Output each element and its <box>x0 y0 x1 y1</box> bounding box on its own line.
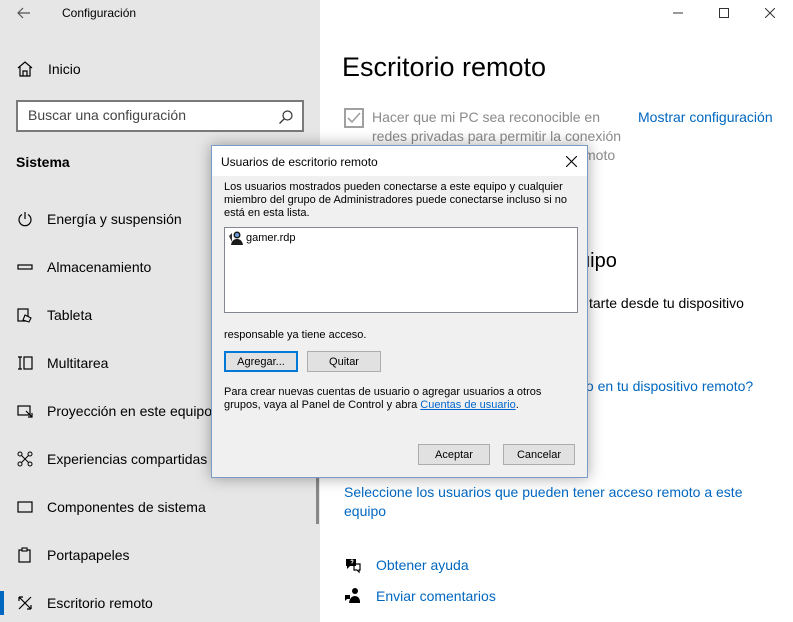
sidebar-item-label: Proyección en este equipo <box>47 403 212 419</box>
storage-icon <box>16 258 34 276</box>
sidebar-item-clipboard[interactable]: Portapapeles <box>0 535 320 575</box>
dialog-close-button[interactable] <box>561 151 581 171</box>
app-title: Configuración <box>62 6 137 20</box>
sidebar-item-label: Energía y suspensión <box>47 211 182 227</box>
dialog-title: Usuarios de escritorio remoto <box>221 155 378 169</box>
home-icon <box>17 61 33 77</box>
user-name: gamer.rdp <box>246 232 296 244</box>
components-icon <box>16 498 34 516</box>
help-icon <box>344 556 362 574</box>
sidebar-item-label: Escritorio remoto <box>47 595 153 611</box>
back-button[interactable] <box>14 4 34 22</box>
help-row[interactable]: Obtener ayuda <box>344 556 469 574</box>
show-config-link[interactable]: Mostrar configuración <box>638 109 773 125</box>
checkmark-icon <box>347 112 361 124</box>
dialog-description: Los usuarios mostrados pueden conectarse… <box>224 181 568 219</box>
cancel-button[interactable]: Cancelar <box>503 444 575 465</box>
back-arrow-icon <box>17 7 30 19</box>
list-item[interactable]: gamer.rdp <box>228 230 296 246</box>
maximize-icon <box>719 8 729 18</box>
close-icon <box>565 155 577 167</box>
maximize-button[interactable] <box>701 0 747 26</box>
clipboard-icon <box>16 546 34 564</box>
sidebar-item-label: Multitarea <box>47 355 109 371</box>
user-accounts-link[interactable]: Cuentas de usuario <box>420 399 515 411</box>
minimize-button[interactable] <box>655 0 701 26</box>
sidebar-item-components[interactable]: Componentes de sistema <box>0 487 320 527</box>
info-text-suffix: . <box>515 399 519 411</box>
projection-icon <box>16 402 34 420</box>
access-text: responsable ya tiene acceso. <box>224 329 367 341</box>
multitask-icon <box>16 354 34 372</box>
sidebar-item-label: Tableta <box>47 307 93 323</box>
remote-device-link[interactable]: to en tu dispositivo remoto? <box>582 378 753 394</box>
nav-home-label: Inicio <box>48 61 81 77</box>
search-box[interactable] <box>16 100 304 132</box>
sidebar-item-label: Almacenamiento <box>47 259 152 275</box>
user-icon <box>229 231 243 245</box>
connect-info-fragment: tarte desde tu dispositivo <box>589 295 744 311</box>
select-users-link[interactable]: Seleccione los usuarios que pueden tener… <box>344 483 764 521</box>
ok-button[interactable]: Aceptar <box>418 444 490 465</box>
sidebar-item-remote-desktop[interactable]: Escritorio remoto <box>0 583 320 622</box>
page-title: Escritorio remoto <box>342 52 547 82</box>
help-link[interactable]: Obtener ayuda <box>376 557 469 573</box>
discoverable-checkbox[interactable] <box>344 108 364 128</box>
active-indicator <box>0 591 4 615</box>
minimize-icon <box>673 12 683 14</box>
section-title: Sistema <box>16 154 70 170</box>
discoverable-text-trailing: moto <box>584 147 616 163</box>
sidebar-item-label: Componentes de sistema <box>47 499 206 515</box>
sidebar-item-label: Portapapeles <box>47 547 130 563</box>
info-text: Para crear nuevas cuentas de usuario o a… <box>224 386 580 412</box>
dialog-titlebar[interactable]: Usuarios de escritorio remoto <box>212 146 587 176</box>
sidebar-item-label: Experiencias compartidas <box>47 451 208 467</box>
search-icon[interactable] <box>278 109 294 125</box>
feedback-link[interactable]: Enviar comentarios <box>376 588 496 604</box>
tablet-icon <box>16 306 34 324</box>
discoverable-text: Hacer que mi PC sea reconocible en redes… <box>372 109 622 144</box>
close-icon <box>765 8 775 18</box>
nav-home[interactable]: Inicio <box>16 58 81 80</box>
search-input[interactable] <box>28 107 268 123</box>
remote-users-dialog: Usuarios de escritorio remoto Los usuari… <box>211 145 588 478</box>
users-listbox[interactable]: gamer.rdp <box>224 227 578 313</box>
feedback-row[interactable]: Enviar comentarios <box>344 587 496 605</box>
shared-icon <box>16 450 34 468</box>
remove-button[interactable]: Quitar <box>307 351 381 372</box>
power-icon <box>16 210 34 228</box>
window-controls <box>655 0 793 28</box>
remote-desktop-icon <box>16 594 34 612</box>
add-button[interactable]: Agregar... <box>224 351 298 372</box>
close-button[interactable] <box>747 0 793 26</box>
feedback-icon <box>344 587 362 605</box>
